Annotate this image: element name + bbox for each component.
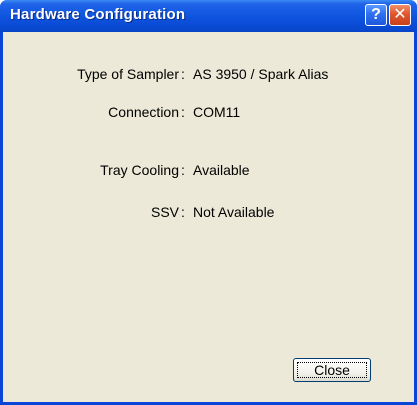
connection-colon: : — [181, 104, 185, 120]
dialog-body: Type of Sampler : AS 3950 / Spark Alias … — [3, 32, 414, 402]
title-close-button[interactable]: ✕ — [389, 4, 411, 26]
sampler-label: Type of Sampler — [77, 66, 179, 82]
sampler-colon: : — [181, 66, 185, 82]
sampler-value: AS 3950 / Spark Alias — [193, 66, 329, 82]
tray-cooling-value: Available — [193, 162, 250, 178]
close-icon: ✕ — [393, 6, 407, 23]
close-button[interactable]: Close — [293, 358, 371, 382]
title-bar[interactable]: Hardware Configuration ? ✕ — [0, 0, 417, 32]
tray-cooling-label: Tray Cooling — [100, 162, 179, 178]
connection-label: Connection — [108, 104, 179, 120]
tray-cooling-colon: : — [181, 162, 185, 178]
focus-rectangle — [297, 362, 367, 378]
help-button[interactable]: ? — [365, 4, 387, 26]
help-icon: ? — [371, 6, 381, 23]
ssv-value: Not Available — [193, 204, 275, 220]
ssv-colon: : — [181, 204, 185, 220]
connection-value: COM11 — [193, 104, 241, 120]
window-title: Hardware Configuration — [10, 6, 186, 23]
ssv-label: SSV — [150, 204, 179, 220]
dialog-window: Hardware Configuration ? ✕ Type of Sampl… — [0, 0, 417, 405]
